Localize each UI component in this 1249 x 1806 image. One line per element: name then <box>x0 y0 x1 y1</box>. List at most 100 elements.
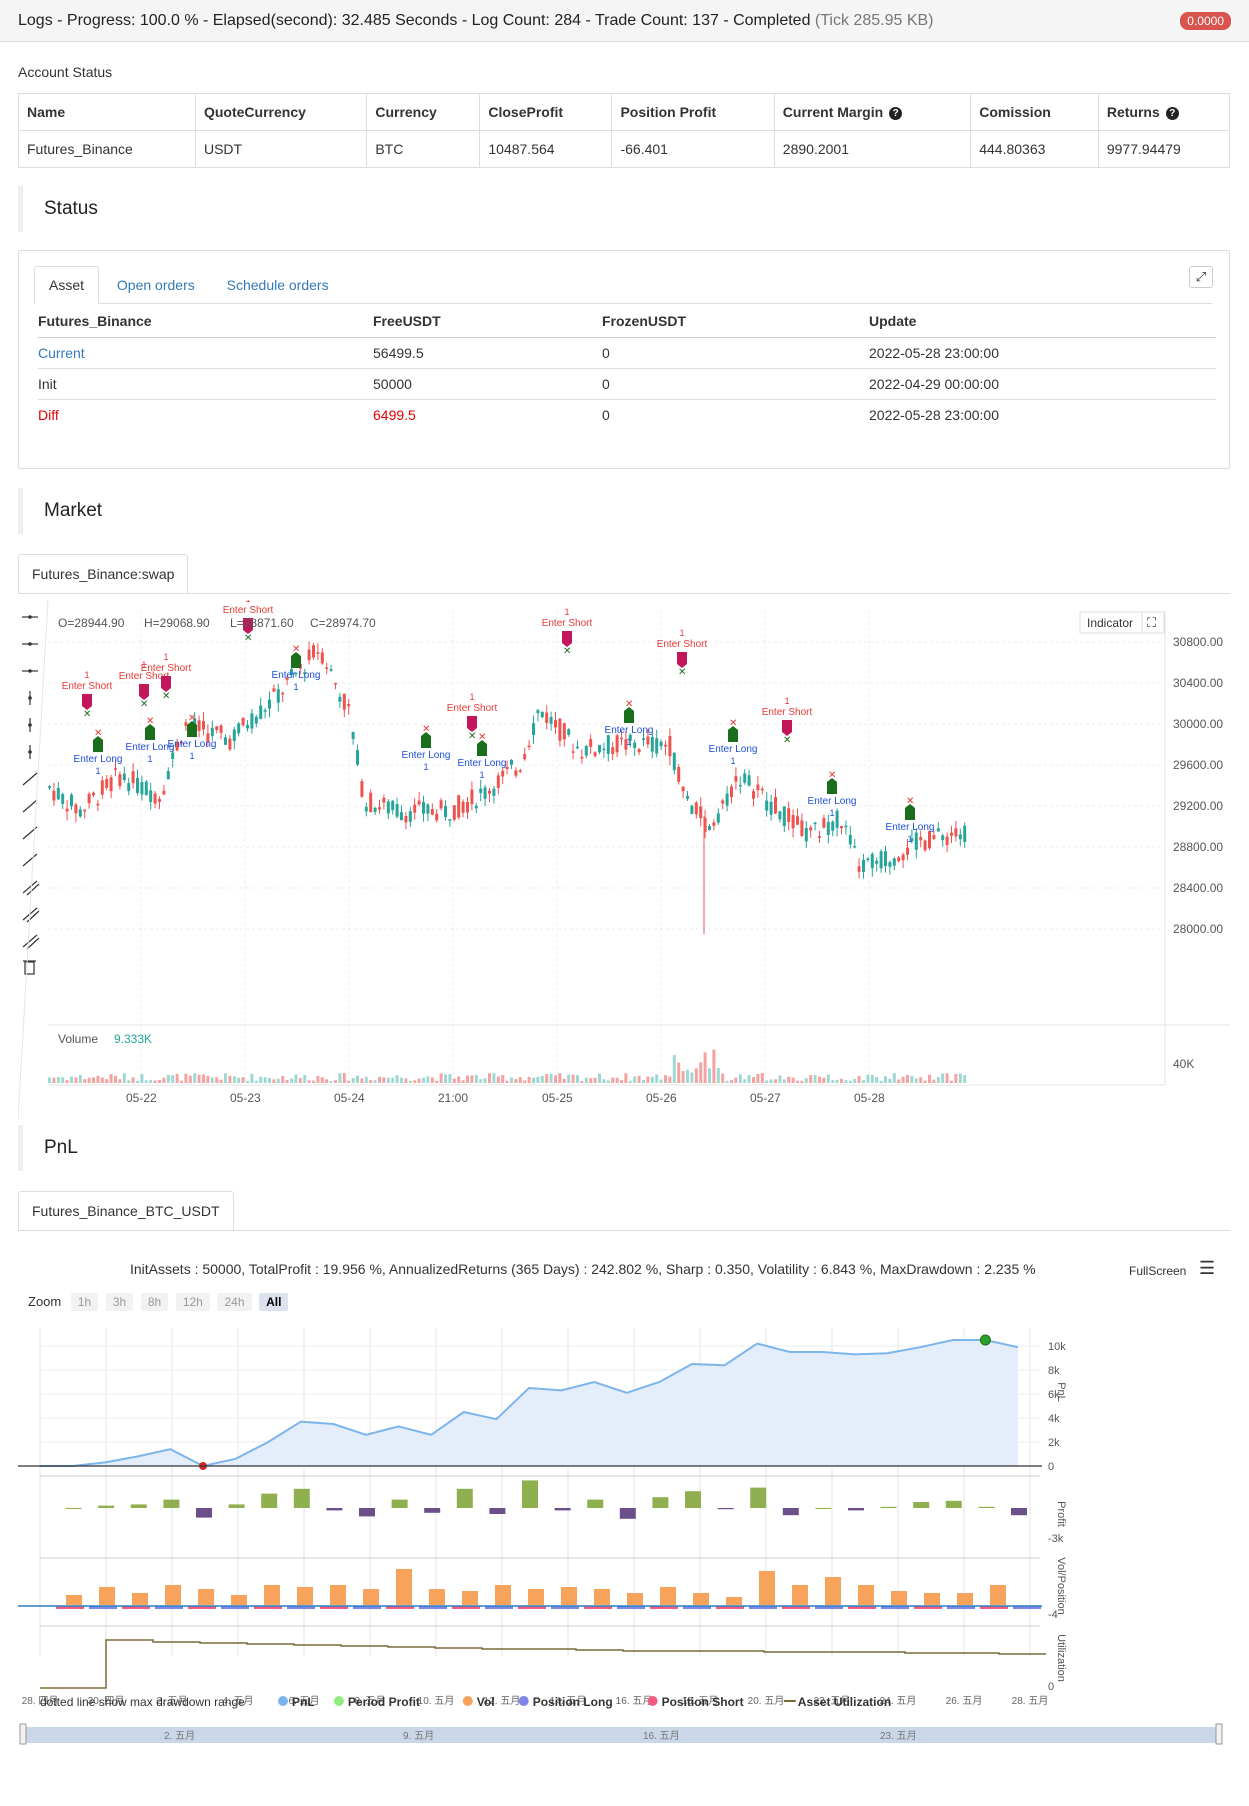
trade-qty: 1 <box>95 766 100 776</box>
trash-icon[interactable] <box>23 960 36 975</box>
candle <box>92 791 95 798</box>
ray-tool[interactable] <box>22 799 38 813</box>
candlestick-chart[interactable]: 1Enter Short✕ 1Enter Short✕ 1Enter Short✕ 1… <box>18 600 1230 1120</box>
fib-tool[interactable] <box>22 934 40 950</box>
price-tick: 28400.00 <box>1173 881 1223 895</box>
volume-bar <box>61 1077 65 1083</box>
col-quotecurrency: QuoteCurrency <box>194 93 368 131</box>
profit-bar <box>685 1491 701 1508</box>
trendline-tool[interactable] <box>22 772 38 786</box>
enter-short-marker: 1Enter Short ✕ <box>62 670 113 720</box>
tab-asset[interactable]: Asset <box>34 266 100 304</box>
zoom-1h[interactable]: 1h <box>70 1293 99 1311</box>
candle <box>800 813 804 837</box>
vol-bar <box>297 1587 313 1605</box>
volume-bar <box>866 1074 870 1083</box>
volume-bar <box>703 1052 707 1083</box>
vol-bar <box>858 1585 874 1605</box>
volume-bar <box>892 1073 896 1083</box>
navigator-range[interactable] <box>24 1727 1220 1743</box>
vol-bar <box>99 1587 115 1605</box>
svg-text:✕: ✕ <box>783 735 791 746</box>
volume-bar <box>228 1075 232 1083</box>
profit-bar <box>782 1508 799 1516</box>
tab-futures-binance-btc-usdt[interactable]: Futures_Binance_BTC_USDT <box>18 1191 234 1231</box>
candle <box>888 860 892 875</box>
vsegment-tool[interactable] <box>28 745 32 759</box>
volume-bar <box>131 1077 135 1083</box>
menu-icon[interactable]: ☰ <box>1199 1258 1215 1279</box>
volume-bar <box>624 1073 628 1083</box>
legend-item[interactable]: Position Long <box>518 1695 613 1709</box>
navigator-handle-left[interactable] <box>19 1723 27 1745</box>
volume-bar <box>774 1079 777 1083</box>
fullscreen-button[interactable]: FullScreen <box>1129 1264 1186 1278</box>
legend-item[interactable]: Asset Utilization <box>783 1695 891 1709</box>
svg-text:✕: ✕ <box>292 644 300 655</box>
hray-tool[interactable] <box>22 642 38 646</box>
enter-long-label: Enter Long <box>458 758 507 769</box>
volume-bar <box>765 1080 769 1083</box>
max-marker <box>979 1334 991 1346</box>
table-row: Futures_Binance USDT BTC 10487.564 -66.4… <box>18 130 1231 168</box>
volume-bar <box>92 1077 95 1083</box>
volume-bar <box>888 1078 892 1083</box>
channel-tool[interactable] <box>22 907 40 923</box>
zoom-8h[interactable]: 8h <box>140 1293 169 1311</box>
vol-bar <box>726 1597 742 1605</box>
price-tick: 29600.00 <box>1173 758 1223 772</box>
tab-futures-binance-swap[interactable]: Futures_Binance:swap <box>18 554 189 594</box>
candle <box>254 714 258 728</box>
enter-short-marker: 1Enter Short ✕ <box>762 696 813 746</box>
legend-item[interactable]: PnL <box>278 1695 315 1709</box>
candle <box>875 857 879 872</box>
volume-bar <box>435 1080 439 1083</box>
zoom-24h[interactable]: 24h <box>217 1293 252 1311</box>
legend-item[interactable]: Period Profit <box>333 1695 420 1709</box>
volume-bar <box>369 1079 373 1083</box>
candle <box>78 806 82 818</box>
volume-bar <box>514 1079 518 1083</box>
candle <box>501 768 505 785</box>
zoom-12h[interactable]: 12h <box>175 1293 210 1311</box>
svg-text:✕: ✕ <box>94 728 102 739</box>
profit-bar <box>293 1488 310 1508</box>
zoom-3h[interactable]: 3h <box>105 1293 134 1311</box>
candle <box>48 785 51 791</box>
volume-bar <box>408 1080 412 1083</box>
legend-label: PnL <box>292 1695 315 1709</box>
candle <box>430 803 434 816</box>
tab-schedule-orders[interactable]: Schedule orders <box>213 267 343 305</box>
enter-short-marker: 1Enter Short ✕ <box>657 628 708 678</box>
navigator-handle-right[interactable] <box>1215 1723 1223 1745</box>
legend-item[interactable]: Vol <box>462 1695 495 1709</box>
vray-tool[interactable] <box>28 718 32 732</box>
volume-bar <box>760 1073 764 1083</box>
legend-item[interactable]: Position Short <box>647 1695 744 1709</box>
candle <box>329 664 333 672</box>
profit-bar <box>130 1504 147 1508</box>
zoom-all[interactable]: All <box>259 1293 289 1311</box>
volume-bar <box>589 1078 593 1083</box>
volume-bar <box>153 1080 157 1083</box>
measure-tool[interactable] <box>22 853 38 867</box>
tab-open-orders[interactable]: Open orders <box>103 267 209 305</box>
hline-tool[interactable] <box>22 615 38 619</box>
volume-bar <box>430 1077 434 1083</box>
hsegment-tool[interactable] <box>22 669 38 673</box>
candle <box>496 772 500 795</box>
volume-bar <box>166 1074 170 1083</box>
candle <box>316 643 320 660</box>
expand-icon[interactable]: ⤢ <box>1189 266 1213 288</box>
vline-tool[interactable] <box>28 691 32 705</box>
candle <box>144 779 148 796</box>
help-icon[interactable]: ? <box>889 107 903 120</box>
candle <box>100 776 104 800</box>
profit-y-tick: -3k <box>1048 1533 1064 1545</box>
pnl-chart[interactable]: 28. 四月 30. 四月 2. 五月 4. 五月 6. 五月 8. 五月 10. 五月 12… <box>18 1318 1230 1806</box>
volume-bar <box>241 1077 245 1083</box>
volume-bar <box>628 1080 632 1083</box>
price-tick: 30000.00 <box>1173 717 1223 731</box>
help-icon[interactable]: ? <box>1165 107 1179 120</box>
volume-bar <box>620 1080 623 1083</box>
